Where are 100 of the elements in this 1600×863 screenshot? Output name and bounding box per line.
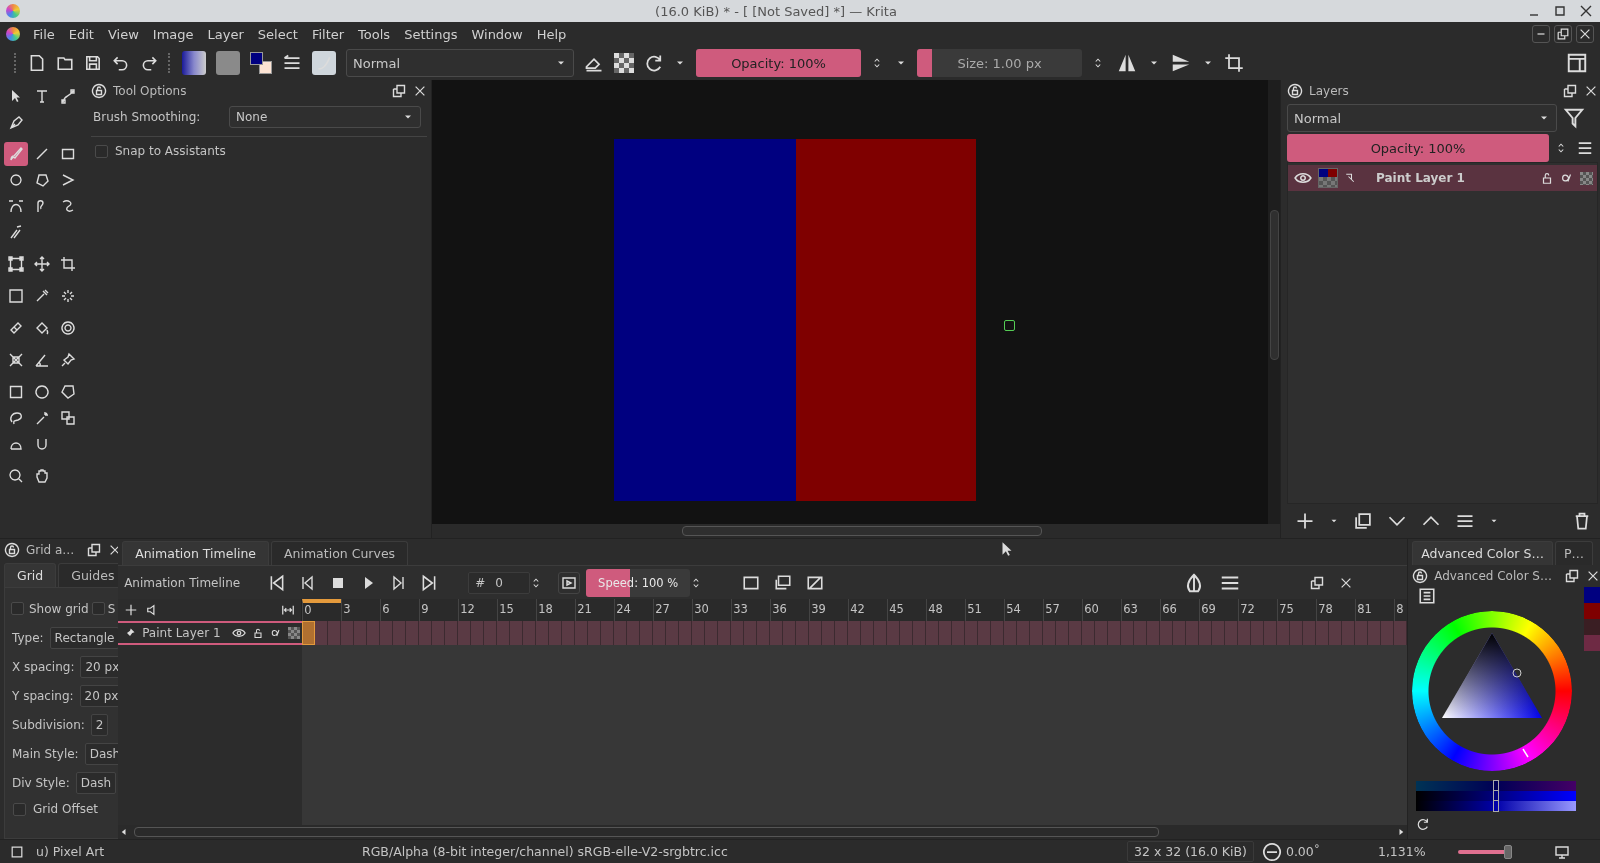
input-field[interactable]: Dash (75, 771, 117, 794)
selection-icon[interactable] (10, 844, 24, 859)
slider[interactable]: Opacity: 100% (1287, 134, 1549, 162)
blend-mode-dropdown[interactable]: Normal (1287, 104, 1557, 132)
transparency-lock-icon[interactable] (614, 53, 634, 73)
redo-icon[interactable] (140, 54, 158, 72)
inherit-alpha-icon[interactable] (1580, 171, 1593, 185)
layer-row[interactable]: Paint Layer 1 (1288, 165, 1597, 191)
input-field[interactable]: 20 px (80, 655, 119, 678)
frame-field[interactable]: # 0 (468, 571, 531, 594)
color-swatch[interactable] (1584, 603, 1600, 619)
zoom-fit-icon[interactable] (281, 603, 296, 617)
input-field[interactable]: 2 (90, 713, 109, 736)
wrap-around-icon[interactable] (1224, 53, 1244, 73)
menu-item[interactable]: Select (250, 26, 305, 42)
slider[interactable]: Opacity: 100% (696, 49, 861, 77)
checkbox[interactable] (95, 144, 108, 158)
tab[interactable]: Grid (4, 563, 57, 587)
input-field[interactable]: 20 px (79, 684, 119, 707)
float-icon[interactable] (1564, 568, 1580, 584)
add-icon[interactable] (124, 603, 139, 617)
blend-mode-dropdown[interactable]: Normal (346, 49, 574, 77)
layer-name[interactable]: Paint Layer 1 (1376, 171, 1465, 185)
lock-icon[interactable] (1412, 568, 1429, 584)
workspace-icon[interactable] (1566, 52, 1588, 74)
slider[interactable]: Size: 1.00 px (917, 49, 1082, 77)
vertical-scrollbar[interactable] (1268, 80, 1280, 524)
menu-item[interactable]: Tools (351, 26, 398, 42)
next-frame-icon[interactable] (390, 574, 407, 591)
color-swatch[interactable] (1584, 619, 1600, 635)
input-field[interactable]: Dash (84, 742, 119, 765)
foreground-color-swatch[interactable] (250, 52, 263, 65)
magnetic-select-icon (34, 436, 50, 452)
color-slider[interactable] (1416, 801, 1577, 811)
color-swatch[interactable] (1584, 635, 1600, 651)
close-icon[interactable] (1584, 84, 1598, 98)
close-icon[interactable] (108, 543, 119, 557)
add-icon[interactable] (1295, 511, 1315, 531)
frame-track[interactable] (302, 621, 1408, 645)
filter-icon[interactable] (1563, 107, 1585, 129)
lock-icon[interactable] (4, 542, 20, 558)
field-label: Main Style: (11, 746, 79, 761)
menu-item[interactable]: File (26, 26, 62, 42)
checkbox[interactable] (11, 602, 24, 615)
horizontal-scrollbar[interactable] (432, 524, 1280, 538)
menu-item[interactable]: Help (529, 26, 574, 42)
rotation-icon[interactable] (1261, 841, 1282, 862)
undo-icon[interactable] (112, 54, 130, 72)
checkbox-label: Grid Offset (33, 802, 99, 816)
checkbox[interactable] (91, 602, 105, 615)
window-title: (16.0 KiB) * - [ [Not Saved] *] — Krita (654, 3, 898, 19)
color-slider[interactable] (1416, 781, 1577, 791)
gradient-preset[interactable] (182, 51, 206, 75)
background-color-swatch[interactable] (259, 61, 272, 74)
color-slider[interactable] (1416, 791, 1577, 801)
tab[interactable]: Advanced Color S… (1412, 541, 1553, 565)
lock-icon[interactable] (1540, 171, 1554, 185)
menu-item[interactable]: Settings (397, 26, 465, 42)
similar-select-icon (60, 410, 76, 426)
color-swatch[interactable] (1584, 587, 1600, 603)
field-label: Div Style: (11, 775, 70, 790)
menu-item[interactable]: View (100, 26, 146, 42)
mirror-vertical-icon[interactable] (1170, 52, 1192, 74)
float-icon[interactable] (86, 542, 103, 558)
float-icon[interactable] (391, 83, 407, 99)
settings-list-icon[interactable] (1418, 587, 1437, 605)
lock-icon[interactable] (91, 83, 107, 99)
new-document-icon[interactable] (28, 54, 46, 72)
input-field[interactable]: Rectangle (49, 626, 119, 649)
tab[interactable]: Animation Curves (271, 541, 409, 565)
menu-item[interactable]: Window (464, 26, 530, 42)
maximize-icon[interactable] (1552, 3, 1568, 19)
monitor-icon[interactable] (1553, 843, 1570, 860)
reset-icon[interactable] (1416, 817, 1431, 831)
tab[interactable]: Guides (58, 563, 119, 587)
close-icon[interactable] (1586, 569, 1600, 583)
alpha-icon[interactable] (1560, 171, 1574, 185)
duplicate-icon[interactable] (1353, 511, 1373, 531)
menu-item[interactable]: Edit (61, 26, 101, 42)
smoothing-dropdown[interactable]: None (229, 106, 421, 128)
inherit-alpha-icon (288, 627, 301, 639)
menu-item[interactable]: Filter (304, 26, 352, 42)
mirror-horizontal-icon[interactable] (1116, 52, 1138, 74)
checkbox[interactable] (13, 802, 26, 816)
pen-nib-icon (8, 114, 24, 130)
onion-frames-icon[interactable] (774, 573, 793, 592)
menu-item[interactable]: Layer (200, 26, 251, 42)
open-folder-icon[interactable] (56, 54, 74, 72)
loop-button[interactable] (558, 571, 581, 594)
save-icon[interactable] (84, 54, 102, 72)
reload-icon[interactable] (644, 53, 664, 73)
float-icon[interactable] (1562, 83, 1578, 99)
menu-item[interactable]: Image (145, 26, 201, 42)
timeline-layer[interactable]: Paint Layer 1 (118, 621, 303, 645)
tab[interactable]: P… (1554, 541, 1593, 565)
close-icon[interactable] (413, 84, 427, 98)
float-icon[interactable] (1309, 574, 1326, 591)
close-icon[interactable] (1578, 3, 1594, 19)
tab[interactable]: Animation Timeline (122, 541, 269, 565)
lock-icon[interactable] (1287, 83, 1303, 99)
